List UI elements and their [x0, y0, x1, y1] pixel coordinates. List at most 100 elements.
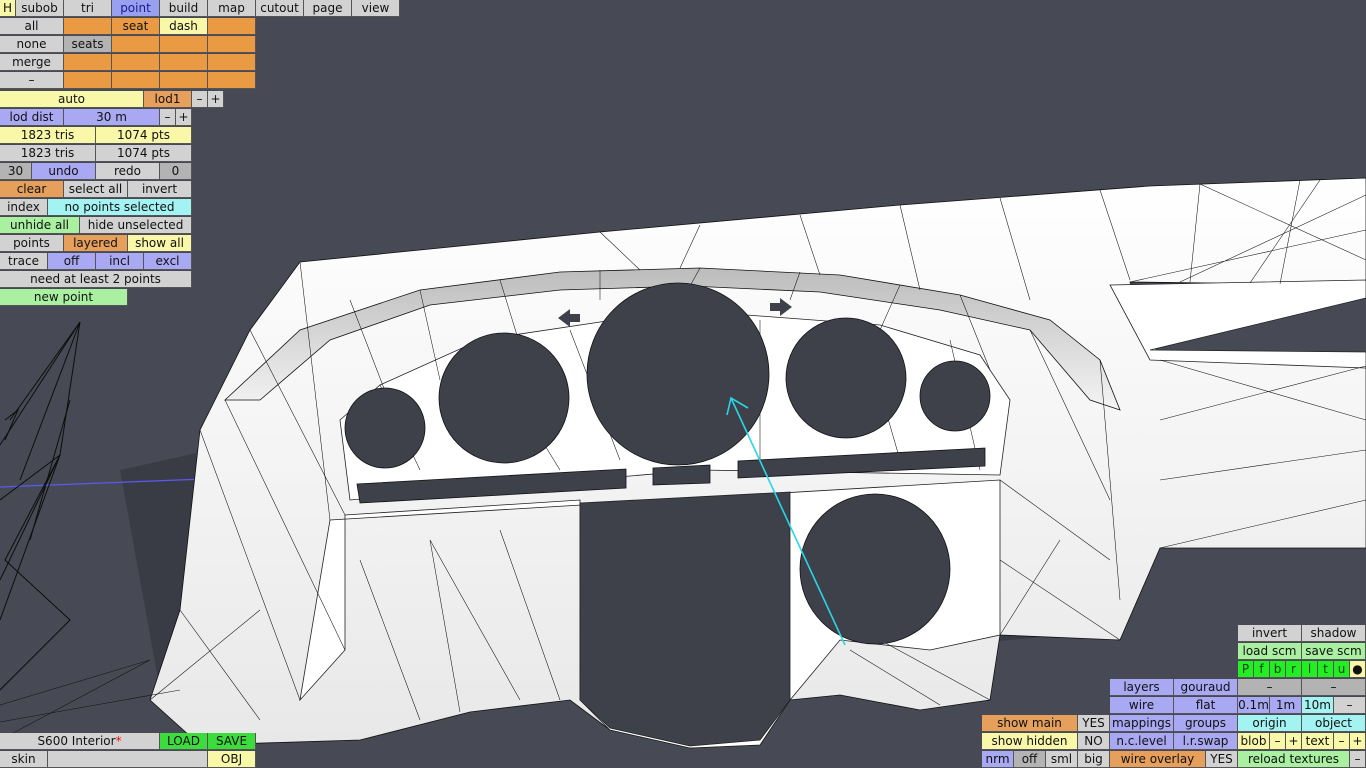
subobject-slot[interactable]: [112, 72, 160, 89]
shadow-button[interactable]: shadow: [1302, 625, 1366, 642]
tab-subob[interactable]: subob: [16, 0, 64, 17]
step-1m-button[interactable]: 1m: [1270, 697, 1302, 714]
view-dot-icon[interactable]: ●: [1350, 661, 1366, 678]
wire-overlay-toggle[interactable]: wire overlay: [1110, 751, 1206, 768]
redo-button[interactable]: redo: [96, 163, 160, 180]
tab-view[interactable]: view: [352, 0, 400, 17]
trace-incl-button[interactable]: incl: [96, 253, 144, 270]
viewport-3d[interactable]: [0, 0, 1366, 768]
mappings-button[interactable]: mappings: [1110, 715, 1174, 732]
lod-dist-decrease-button[interactable]: –: [160, 109, 176, 126]
view-perspective-button[interactable]: P: [1238, 661, 1254, 678]
lod-decrease-button[interactable]: –: [192, 91, 208, 108]
lod-increase-button[interactable]: +: [208, 91, 224, 108]
unhide-all-button[interactable]: unhide all: [0, 217, 80, 234]
wire-overlay-value[interactable]: YES: [1206, 751, 1238, 768]
show-all-button[interactable]: show all: [128, 235, 192, 252]
subobject-slot[interactable]: [112, 54, 160, 71]
view-under-button[interactable]: u: [1334, 661, 1350, 678]
lod-dist-value[interactable]: 30 m: [64, 109, 160, 126]
subobject-slot[interactable]: [64, 18, 112, 35]
view-top-button[interactable]: t: [1318, 661, 1334, 678]
grid-dash-left[interactable]: –: [1238, 679, 1302, 696]
view-back-button[interactable]: b: [1270, 661, 1286, 678]
invert-view-button[interactable]: invert: [1238, 625, 1302, 642]
origin-button[interactable]: origin: [1238, 715, 1302, 732]
point-size-sml-button[interactable]: sml: [1046, 751, 1078, 768]
tab-point[interactable]: point: [112, 0, 160, 17]
layered-button[interactable]: layered: [64, 235, 128, 252]
view-left-button[interactable]: l: [1302, 661, 1318, 678]
text-button[interactable]: text: [1302, 733, 1334, 750]
view-front-button[interactable]: f: [1254, 661, 1270, 678]
wire-button[interactable]: wire: [1110, 697, 1174, 714]
save-button[interactable]: SAVE: [208, 733, 256, 750]
trace-off-button[interactable]: off: [48, 253, 96, 270]
point-size-off-button[interactable]: off: [1014, 751, 1046, 768]
subobject-slot[interactable]: [160, 54, 208, 71]
step-10m-button[interactable]: 10m: [1302, 697, 1334, 714]
view-right-button[interactable]: r: [1286, 661, 1302, 678]
text-decrease-button[interactable]: –: [1334, 733, 1350, 750]
h-toggle-button[interactable]: H: [0, 0, 16, 17]
flat-button[interactable]: flat: [1174, 697, 1238, 714]
lod-dist-increase-button[interactable]: +: [176, 109, 192, 126]
reload-textures-button[interactable]: reload textures: [1238, 751, 1350, 768]
subobject-slot[interactable]: [208, 54, 256, 71]
point-size-nrm-button[interactable]: nrm: [982, 751, 1014, 768]
clear-selection-button[interactable]: clear: [0, 181, 64, 198]
nc-level-button[interactable]: n.c.level: [1110, 733, 1174, 750]
filename-field[interactable]: S600 Interior*: [0, 733, 160, 750]
index-button[interactable]: index: [0, 199, 48, 216]
lod-auto-button[interactable]: auto: [0, 91, 144, 108]
obj-button[interactable]: OBJ: [208, 751, 256, 768]
subobject-slot[interactable]: [112, 36, 160, 53]
subobject-slot[interactable]: [208, 36, 256, 53]
groups-button[interactable]: groups: [1174, 715, 1238, 732]
trace-excl-button[interactable]: excl: [144, 253, 192, 270]
tab-cutout[interactable]: cutout: [256, 0, 304, 17]
subobject-slot[interactable]: [160, 36, 208, 53]
subobject-slot[interactable]: [64, 54, 112, 71]
subobject-slot[interactable]: [208, 72, 256, 89]
show-main-value[interactable]: YES: [1078, 715, 1110, 732]
lod-level[interactable]: lod1: [144, 91, 192, 108]
select-all-subobjects-button[interactable]: all: [0, 18, 64, 35]
subobject-slot[interactable]: [208, 18, 256, 35]
invert-selection-button[interactable]: invert: [128, 181, 192, 198]
load-button[interactable]: LOAD: [160, 733, 208, 750]
tab-tri[interactable]: tri: [64, 0, 112, 17]
points-button[interactable]: points: [0, 235, 64, 252]
blob-increase-button[interactable]: +: [1286, 733, 1302, 750]
text-increase-button[interactable]: +: [1350, 733, 1366, 750]
blob-decrease-button[interactable]: –: [1270, 733, 1286, 750]
load-scm-button[interactable]: load scm: [1238, 643, 1302, 660]
undo-button[interactable]: undo: [32, 163, 96, 180]
step-0-1m-button[interactable]: 0.1m: [1238, 697, 1270, 714]
object-button[interactable]: object: [1302, 715, 1366, 732]
gouraud-button[interactable]: gouraud: [1174, 679, 1238, 696]
grid-dash-right[interactable]: –: [1302, 679, 1366, 696]
subobject-slot[interactable]: [64, 72, 112, 89]
show-hidden-toggle[interactable]: show hidden: [982, 733, 1078, 750]
subobject-seat[interactable]: seat: [112, 18, 160, 35]
tab-map[interactable]: map: [208, 0, 256, 17]
tab-build[interactable]: build: [160, 0, 208, 17]
point-size-big-button[interactable]: big: [1078, 751, 1110, 768]
merge-button[interactable]: merge: [0, 54, 64, 71]
skin-field[interactable]: [48, 751, 208, 768]
tab-page[interactable]: page: [304, 0, 352, 17]
lr-swap-button[interactable]: l.r.swap: [1174, 733, 1238, 750]
save-scm-button[interactable]: save scm: [1302, 643, 1366, 660]
show-main-toggle[interactable]: show main: [982, 715, 1078, 732]
reload-minus-button[interactable]: –: [1350, 751, 1366, 768]
new-point-button[interactable]: new point: [0, 289, 128, 306]
hide-unselected-button[interactable]: hide unselected: [80, 217, 192, 234]
dash-button[interactable]: –: [0, 72, 64, 89]
subobject-seats[interactable]: seats: [64, 36, 112, 53]
layers-button[interactable]: layers: [1110, 679, 1174, 696]
select-none-subobjects-button[interactable]: none: [0, 36, 64, 53]
blob-button[interactable]: blob: [1238, 733, 1270, 750]
select-all-button[interactable]: select all: [64, 181, 128, 198]
subobject-slot[interactable]: [160, 72, 208, 89]
